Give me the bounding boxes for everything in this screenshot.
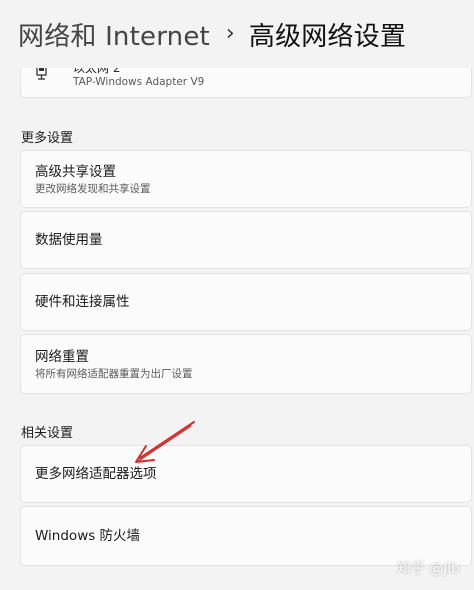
- advanced-sharing-settings-item[interactable]: 高级共享设置 更改网络发现和共享设置: [20, 150, 472, 208]
- windows-firewall-item[interactable]: Windows 防火墙: [20, 506, 472, 566]
- item-title: 高级共享设置: [35, 163, 116, 180]
- data-usage-item[interactable]: 数据使用量: [20, 211, 472, 269]
- section-label-more: 更多设置: [21, 131, 74, 146]
- item-title: 数据使用量: [35, 232, 103, 248]
- item-description: 更改网络发现和共享设置: [35, 182, 151, 195]
- item-title: 硬件和连接属性: [35, 294, 130, 310]
- item-title: 更多网络适配器选项: [35, 466, 157, 482]
- adapter-description: TAP-Windows Adapter V9: [73, 76, 205, 88]
- hardware-connection-properties-item[interactable]: 硬件和连接属性: [20, 273, 472, 331]
- network-reset-item[interactable]: 网络重置 将所有网络适配器重置为出厂设置: [20, 334, 472, 394]
- watermark: 知乎 @jlb: [396, 561, 460, 577]
- item-title: Windows 防火墙: [35, 528, 141, 544]
- page-title: 高级网络设置: [248, 21, 407, 52]
- section-label-related: 相关设置: [21, 426, 74, 441]
- breadcrumb-parent-link[interactable]: 网络和 Internet: [18, 16, 210, 53]
- breadcrumb: 网络和 Internet › 高级网络设置: [0, 0, 474, 68]
- more-network-adapter-options-item[interactable]: 更多网络适配器选项: [20, 445, 472, 503]
- chevron-right-icon: ›: [225, 20, 235, 46]
- item-description: 将所有网络适配器重置为出厂设置: [35, 367, 193, 380]
- item-title: 网络重置: [35, 348, 89, 365]
